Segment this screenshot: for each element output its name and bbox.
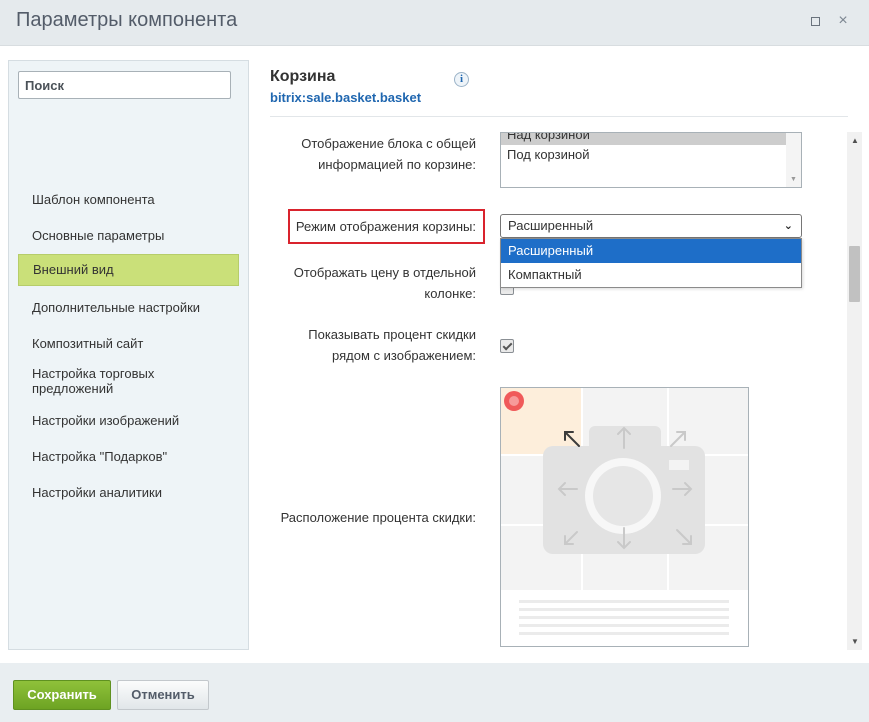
discount-position-picker[interactable] [500,387,749,647]
discount-position-grid [501,388,749,635]
dialog-title: Параметры компонента [16,9,238,31]
sidebar-item-basic-params[interactable]: Основные параметры [18,228,239,243]
component-title: Корзина [270,68,336,85]
search-input[interactable] [18,71,231,99]
scrollbar-thumb[interactable] [849,246,860,302]
chevron-down-icon: ⌄ [783,220,793,232]
dialog-body: Шаблон компонента Основные параметры Вне… [0,46,869,663]
info-icon[interactable]: i [454,72,469,87]
component-code: bitrix:sale.basket.basket [270,90,422,105]
sidebar-item-appearance[interactable]: Внешний вид [18,254,239,286]
settings-main: Корзина bitrix:sale.basket.basket i Отоб… [258,60,863,660]
list-option-above[interactable]: Над корзиной [501,133,801,145]
settings-sidebar: Шаблон компонента Основные параметры Вне… [8,60,249,650]
sidebar-item-images[interactable]: Настройки изображений [18,413,239,428]
text-lines-placeholder [519,600,729,635]
basket-info-block-listbox[interactable]: Над корзиной Под корзиной ▼ [500,132,802,188]
discount-near-image-checkbox[interactable] [500,339,514,353]
list-option-below[interactable]: Под корзиной [501,145,801,165]
sidebar-item-analytics[interactable]: Настройки аналитики [18,485,239,500]
grid-cell-top-right[interactable] [669,388,749,454]
basket-mode-select[interactable]: Расширенный ⌄ [500,214,802,238]
close-icon[interactable]: × [836,13,850,29]
dropdown-option-extended[interactable]: Расширенный [501,239,801,263]
content-scrollbar[interactable]: ▲ ▼ [847,132,862,650]
basket-info-block-label: Отображение блока с общей информацией по… [301,136,476,172]
sidebar-item-offers[interactable]: Настройка торговых предложений [18,366,178,396]
price-column-label: Отображать цену в отдельной колонке: [293,265,476,301]
component-settings-dialog: Параметры компонента × Шаблон компонента… [0,0,869,722]
dropdown-option-compact[interactable]: Компактный [501,263,801,287]
cancel-button[interactable]: Отменить [117,680,209,710]
listbox-scrollbar[interactable]: ▼ [786,133,801,187]
divider [270,116,848,117]
sidebar-item-composite[interactable]: Композитный сайт [18,336,239,351]
discount-position-label: Расположение процента скидки: [280,510,476,525]
sidebar-item-template[interactable]: Шаблон компонента [18,192,239,207]
sidebar-item-additional[interactable]: Дополнительные настройки [18,300,239,315]
basket-mode-label: Режим отображения корзины: [295,219,476,234]
scroll-down-icon[interactable]: ▼ [790,176,797,183]
discount-near-image-label: Показывать процент скидки рядом с изобра… [308,327,476,363]
save-button[interactable]: Сохранить [13,680,111,710]
dialog-footer: Сохранить Отменить [0,663,869,722]
title-bar: Параметры компонента × [0,0,869,46]
sidebar-item-gifts[interactable]: Настройка "Подарков" [18,449,239,464]
maximize-icon[interactable] [808,14,822,28]
basket-mode-dropdown: Расширенный Компактный [500,238,802,288]
scroll-down-icon[interactable]: ▼ [851,637,859,646]
scroll-up-icon[interactable]: ▲ [851,136,859,145]
